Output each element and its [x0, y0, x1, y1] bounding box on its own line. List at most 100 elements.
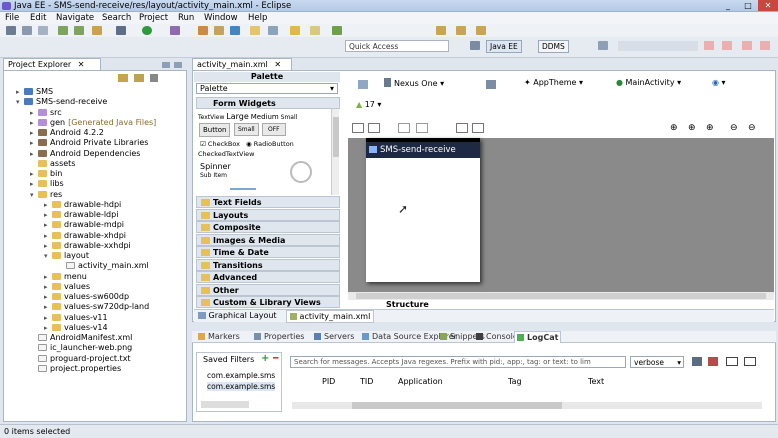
expand-arrow-icon[interactable]: ▾ — [16, 97, 24, 107]
ddms-perspective-button[interactable]: DDMS — [538, 40, 569, 53]
expand-arrow-icon[interactable]: ▸ — [44, 200, 52, 210]
tree-item[interactable]: ▸ SMS — [16, 87, 53, 97]
tree-item[interactable]: ▸ Android 4.2.2 — [30, 128, 104, 138]
editor-tab-activity-main[interactable]: activity_main.xml ✕ — [192, 58, 292, 70]
checked-textview-widget[interactable]: CheckedTextView — [198, 150, 254, 158]
tree-item[interactable]: ▸ values — [44, 282, 90, 292]
distribute-icon[interactable] — [456, 123, 468, 133]
bottom-tab-console[interactable]: Console — [474, 331, 520, 343]
logcat-column-header[interactable]: TID — [360, 377, 373, 386]
tree-item[interactable]: ▸ drawable-xxhdpi — [44, 241, 131, 251]
tree-item[interactable]: ▸ drawable-hdpi — [44, 200, 121, 210]
expand-arrow-icon[interactable]: ▸ — [44, 313, 52, 323]
locale-selector[interactable]: ◉ ▾ — [712, 78, 726, 87]
radio-button-widget[interactable]: ◉ RadioButton — [246, 140, 294, 148]
spinner-widget[interactable]: Spinner — [200, 162, 231, 171]
tree-item[interactable]: ic_launcher-web.png — [30, 343, 132, 353]
bottom-tab-logcat[interactable]: LogCat — [514, 331, 562, 343]
zoom-reset-icon[interactable]: ⊖ — [748, 123, 756, 133]
split-view-icon[interactable] — [726, 357, 738, 366]
maximize-view-icon[interactable] — [760, 41, 770, 50]
palette-category[interactable]: Advanced — [196, 271, 340, 283]
close-button[interactable]: ✕ — [758, 0, 778, 11]
tree-item[interactable]: ▸ libs — [30, 179, 64, 189]
pin-icon[interactable] — [310, 26, 320, 35]
palette-category-form-widgets[interactable]: Form Widgets — [196, 97, 340, 109]
bottom-tab-markers[interactable]: Markers — [196, 331, 242, 343]
progress-bar-widget[interactable] — [230, 188, 256, 190]
progress-circle-widget[interactable] — [290, 161, 312, 183]
api-level-selector[interactable]: ▲ 17 ▾ — [356, 100, 381, 109]
expand-arrow-icon[interactable]: ▸ — [44, 241, 52, 251]
gravity-icon[interactable] — [416, 123, 428, 133]
logcat-search-input[interactable]: Search for messages. Accepts Java regexe… — [290, 356, 626, 368]
logcat-column-header[interactable]: PID — [322, 377, 335, 386]
tree-item[interactable]: ▸ values-v11 — [44, 313, 108, 323]
tree-item[interactable]: ▾ SMS-send-receive — [16, 97, 107, 107]
small-button-widget[interactable]: Small — [234, 123, 259, 136]
phone-screen[interactable] — [366, 138, 480, 282]
minimize-view-icon[interactable] — [742, 41, 752, 50]
stop-icon[interactable] — [704, 41, 714, 50]
expand-arrow-icon[interactable]: ▸ — [16, 87, 24, 97]
tree-item[interactable]: project.properties — [30, 364, 121, 374]
pause-icon[interactable] — [722, 41, 732, 50]
expand-arrow-icon[interactable]: ▸ — [44, 231, 52, 241]
tab-xml-source[interactable]: activity_main.xml — [286, 310, 375, 323]
margins-icon[interactable] — [398, 123, 410, 133]
tree-item[interactable]: activity_main.xml — [58, 261, 149, 271]
filter-item[interactable]: com.example.sms — [207, 371, 275, 380]
expand-arrow-icon[interactable]: ▸ — [30, 118, 38, 128]
expand-arrow-icon[interactable]: ▸ — [44, 302, 52, 312]
bottom-tab-properties[interactable]: Properties — [252, 331, 306, 343]
minimize-button[interactable]: _ — [718, 0, 738, 11]
structure-header[interactable]: Structure — [386, 300, 429, 309]
palette-category[interactable]: Images & Media — [196, 233, 340, 246]
toggle-button-widget[interactable]: OFF — [262, 123, 286, 136]
palette-scrollbar[interactable] — [331, 109, 339, 195]
expand-arrow-icon[interactable]: ▸ — [44, 323, 52, 333]
back-icon[interactable] — [436, 26, 446, 35]
scroll-lock-icon[interactable] — [744, 357, 756, 366]
canvas-hscrollbar[interactable] — [348, 292, 774, 300]
filters-scrollbar[interactable] — [201, 401, 249, 408]
palette-category[interactable]: Custom & Library Views — [196, 296, 340, 308]
remove-filter-icon[interactable]: ━ — [273, 354, 278, 364]
expand-arrow-icon[interactable]: ▸ — [30, 108, 38, 118]
tree-item[interactable]: proguard-project.txt — [30, 354, 131, 364]
expand-arrow-icon[interactable]: ▸ — [30, 179, 38, 189]
expand-arrow-icon[interactable]: ▸ — [30, 149, 38, 159]
tree-item[interactable]: ▸ Android Dependencies — [30, 149, 140, 159]
expand-arrow-icon[interactable]: ▸ — [44, 210, 52, 220]
zoom-in-icon[interactable]: ⊕ — [688, 123, 696, 133]
new-class-icon[interactable] — [230, 26, 240, 35]
palette-category[interactable]: Layouts — [196, 208, 340, 221]
tree-item[interactable]: ▸ Android Private Libraries — [30, 138, 148, 148]
last-edit-icon[interactable] — [476, 26, 486, 35]
tree-item[interactable]: ▸ gen [Generated Java Files] — [30, 118, 156, 128]
new-package-icon[interactable] — [214, 26, 224, 35]
zoom-fit-icon[interactable]: ⊕ — [670, 123, 678, 133]
palette-select[interactable]: Palette ▾ — [196, 83, 338, 94]
zoom-out-icon[interactable]: ⊖ — [730, 123, 738, 133]
expand-arrow-icon[interactable]: ▸ — [44, 272, 52, 282]
tree-item[interactable]: ▸ drawable-ldpi — [44, 210, 118, 220]
open-type-icon[interactable] — [250, 26, 260, 35]
zoom-real-icon[interactable]: ⊕ — [706, 123, 714, 133]
tree-item[interactable]: ▸ src — [30, 108, 62, 118]
expand-arrow-icon[interactable]: ▸ — [44, 282, 52, 292]
tree-item[interactable]: ▸ values-sw720dp-land — [44, 302, 149, 312]
tree-item[interactable]: ▸ values-v14 — [44, 323, 108, 333]
tab-graphical-layout[interactable]: Graphical Layout — [198, 310, 277, 321]
open-perspective-icon[interactable] — [470, 41, 480, 50]
expand-arrow-icon[interactable]: ▸ — [44, 292, 52, 302]
annotation-icon[interactable] — [290, 26, 300, 35]
next-annotation-icon[interactable] — [332, 26, 342, 35]
expand-arrow-icon[interactable]: ▸ — [30, 128, 38, 138]
tree-item[interactable]: ▸ drawable-mdpi — [44, 220, 124, 230]
canvas-scroll-thumb[interactable] — [356, 293, 766, 299]
palette-category[interactable]: Other — [196, 283, 340, 296]
textview-small-label[interactable]: TextView Large Medium Small — [198, 112, 297, 121]
menu-window[interactable]: Window — [204, 12, 238, 24]
checkbox-widget[interactable]: ☑ CheckBox — [200, 140, 240, 148]
